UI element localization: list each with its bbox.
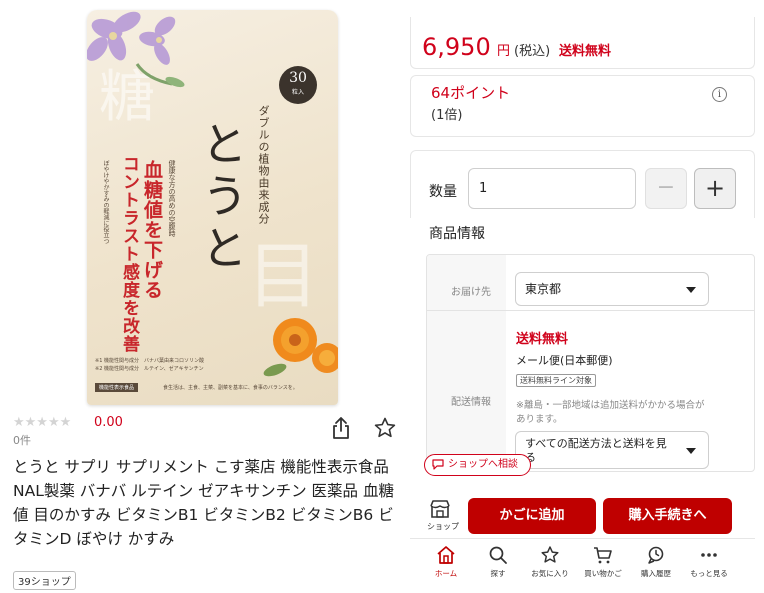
shipping-methods-text: すべての配送方法と送料を見る (525, 437, 667, 464)
share-icon[interactable] (331, 416, 351, 440)
shipping-free-label: 送料無料 (516, 332, 569, 347)
count-badge: 30 粒入 (279, 66, 317, 104)
add-to-cart-button[interactable]: かごに追加 (468, 498, 596, 534)
nav-label-search: 探す (490, 569, 506, 578)
nav-label-favorites: お気に入り (531, 569, 569, 578)
image-footnote-2: ※2 機能性関与成分 ルテイン、ゼアキサンチン (95, 365, 204, 372)
shipping-info-label: 配送情報 (451, 397, 491, 408)
nav-divider (410, 538, 755, 539)
purple-flower-icon (87, 11, 185, 88)
nav-item-history[interactable]: 購入履歴 (628, 545, 684, 579)
nav-label-history: 購入履歴 (641, 569, 671, 578)
shop-consult-button[interactable]: ショップへ相談 (424, 454, 531, 476)
product-title: とうと サプリ サプリメント こす薬店 機能性表示食品 NAL製薬 バナバ ルテ… (13, 458, 394, 548)
nav-label-more: もっと見る (690, 569, 728, 578)
shop-icon[interactable] (429, 499, 451, 519)
count-badge-unit: 粒入 (291, 89, 304, 96)
more-icon (701, 553, 717, 557)
image-claim-contrast: コントラスト感度を改善 (119, 155, 139, 353)
points-earned: 64ポイント (431, 84, 511, 102)
checkout-button[interactable]: 購入手続きへ (603, 498, 732, 534)
price-unit: 円 (497, 44, 511, 59)
nav-label-home: ホーム (434, 569, 458, 578)
shop-consult-label: ショップへ相談 (448, 459, 518, 470)
nav-item-more[interactable]: もっと見る (681, 545, 737, 579)
nav-item-cart[interactable]: 買い物かご (575, 545, 631, 579)
chevron-down-icon (686, 448, 696, 454)
prefecture-select[interactable]: 東京都 (515, 272, 709, 306)
chevron-down-icon (686, 287, 696, 293)
mail-delivery-method: メール便(日本郵便) (516, 354, 613, 367)
shipping-note: ※離島・一部地域は追加送料がかかる場合があります。 (516, 400, 705, 425)
star-icon (541, 546, 559, 563)
free-shipping-label: 送料無料 (559, 44, 612, 59)
nav-label-cart: 買い物かご (584, 569, 622, 578)
shop-tag[interactable]: 39ショップ (13, 571, 76, 590)
image-small-text-1: 健康な方の高めの空腹時 (168, 160, 176, 237)
image-footnotes: ※1 機能性関与成分 バナバ葉由来コロソリン酸 ※2 機能性関与成分 ルテイン、… (95, 358, 330, 373)
prefecture-value: 東京都 (525, 282, 562, 296)
functional-food-label: 機能性表示食品 (95, 383, 139, 392)
image-subtitle: ダブルの植物由来成分 (257, 105, 270, 225)
nav-item-search[interactable]: 探す (470, 545, 526, 579)
quantity-decrease-button[interactable]: − (645, 168, 687, 209)
count-badge-number: 30 (289, 70, 307, 86)
rating-stars: ★★★★★ (13, 415, 72, 430)
image-small-text-2: ぼやけやかすみの軽減に役立つ (102, 160, 109, 244)
image-claim-blood-sugar: 血糖値を下げる (141, 160, 163, 300)
quantity-input[interactable]: 1 (468, 168, 636, 209)
destination-label: お届け先 (451, 287, 491, 298)
cart-icon (594, 547, 612, 564)
tax-included-label: (税込) (514, 44, 551, 59)
shipping-methods-select[interactable]: すべての配送方法と送料を見る (515, 431, 709, 469)
info-icon[interactable]: i (712, 87, 727, 102)
image-brand-title: とうと (195, 120, 249, 276)
nav-item-favorites[interactable]: お気に入り (522, 545, 578, 579)
history-icon (648, 546, 664, 564)
marigold-flower-icon (263, 318, 338, 377)
chat-bubble-icon (432, 459, 444, 470)
product-info-heading: 商品情報 (429, 226, 485, 242)
favorite-star-icon[interactable] (373, 416, 397, 440)
review-count[interactable]: 0件 (13, 432, 31, 448)
image-caution: 食生活は、主食、主菜、副菜を基本に、食事のバランスを。 (163, 385, 298, 391)
search-icon (489, 546, 507, 564)
shop-icon-label: ショップ (427, 522, 459, 531)
points-multiplier: (1倍) (431, 108, 463, 123)
home-icon (437, 546, 455, 564)
nav-item-home[interactable]: ホーム (418, 545, 474, 579)
rating-value: 0.00 (94, 415, 123, 430)
free-shipping-line-tag: 送料無料ライン対象 (516, 374, 596, 387)
image-footnote-1: ※1 機能性関与成分 バナバ葉由来コロソリン酸 (95, 358, 204, 364)
product-image[interactable]: 糖 目 30 粒入 ダブルの植物由来成分 とうと 健康な方の高めの空腹時 血糖値… (87, 10, 338, 405)
quantity-label: 数量 (429, 184, 457, 200)
shipping-row-divider (427, 310, 754, 311)
quantity-increase-button[interactable]: + (694, 168, 736, 209)
price: 6,950 (422, 33, 491, 61)
